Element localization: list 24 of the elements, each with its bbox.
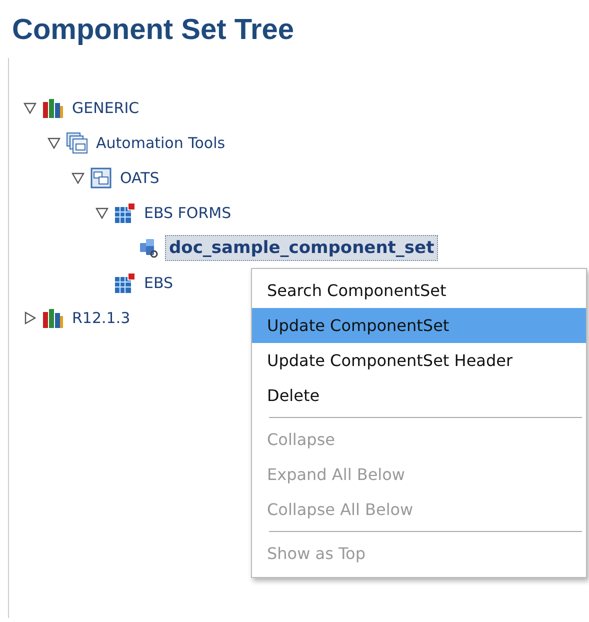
- menu-item[interactable]: Update ComponentSet Header: [252, 343, 586, 378]
- tree-node[interactable]: doc_sample_component_set: [165, 234, 438, 260]
- toggle-icon[interactable]: [95, 206, 109, 220]
- books-icon: [42, 306, 64, 328]
- tree-node[interactable]: R12.1.3: [69, 306, 134, 328]
- menu-item[interactable]: Search ComponentSet: [252, 273, 586, 308]
- toggle-icon[interactable]: [47, 136, 61, 150]
- tree-node[interactable]: Automation Tools: [93, 132, 228, 154]
- grid-icon: [114, 202, 136, 224]
- menu-item[interactable]: Delete: [252, 378, 586, 413]
- grid-icon: [114, 272, 136, 294]
- linked-cubes-icon: [138, 236, 160, 258]
- window-icon: [90, 166, 112, 188]
- toggle-icon[interactable]: [71, 170, 85, 184]
- menu-item[interactable]: Update ComponentSet: [252, 308, 586, 343]
- panel-title: Component Set Tree: [11, 13, 295, 48]
- books-icon: [42, 96, 64, 118]
- tree-node[interactable]: GENERIC: [69, 96, 142, 118]
- tree-node[interactable]: OATS: [117, 166, 162, 188]
- stacked-windows-icon: [66, 132, 88, 154]
- tree-node[interactable]: EBS FORMS: [141, 202, 234, 224]
- toggle-icon[interactable]: [23, 100, 37, 114]
- tree-node[interactable]: EBS: [141, 272, 176, 294]
- toggle-icon[interactable]: [23, 310, 37, 324]
